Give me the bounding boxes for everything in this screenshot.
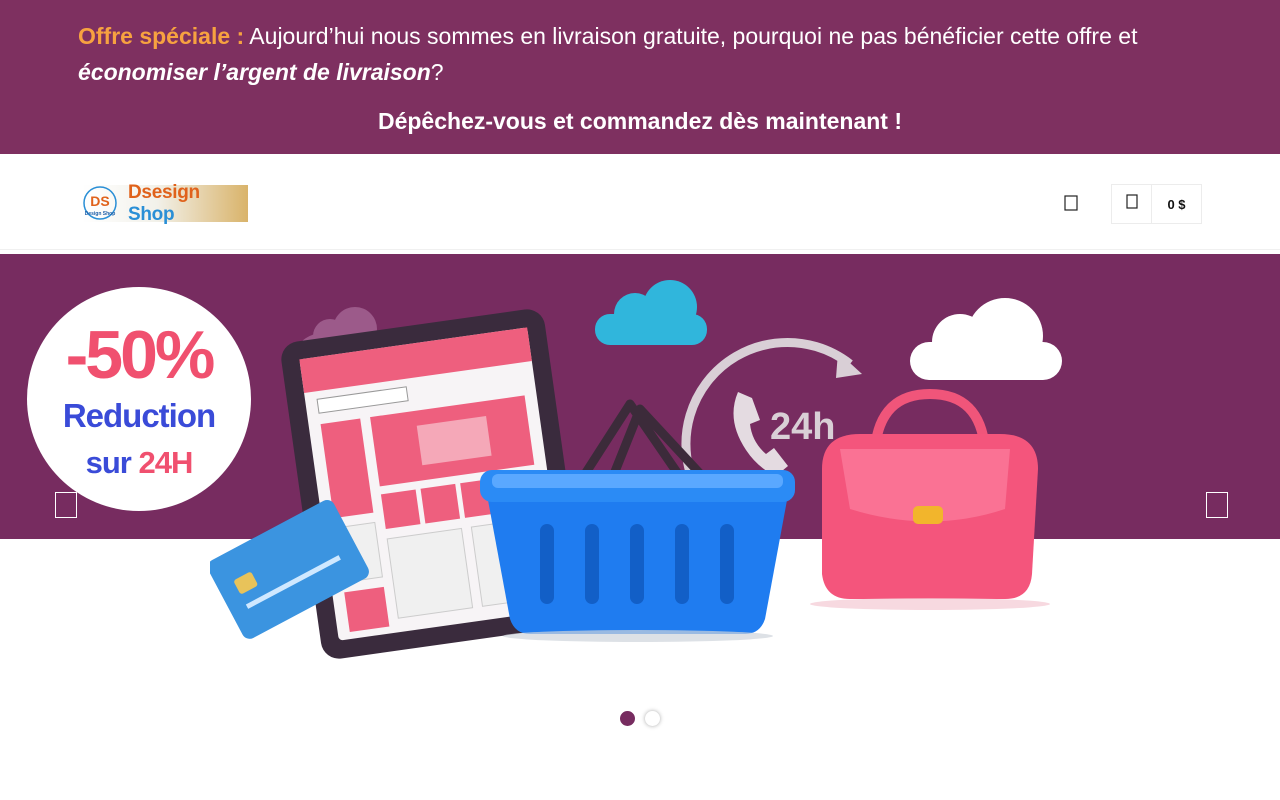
clock-label: 24h [770, 406, 835, 448]
search-button[interactable] [1058, 192, 1084, 218]
logo-text: Dsesign Shop [128, 182, 248, 226]
cart-icon [1125, 194, 1138, 214]
promo-text-end: ? [430, 59, 444, 85]
slider-prev-arrow[interactable] [55, 492, 77, 518]
promo-emphasis: économiser l’argent de livraison [78, 59, 431, 85]
badge-sub-1: sur [85, 445, 132, 480]
logo-mark-caption: Design Shop [85, 211, 116, 217]
badge-sub-2: 24H [138, 445, 194, 480]
handbag-icon [810, 388, 1050, 610]
slider-dots [620, 711, 660, 726]
site-header: DS Design Shop Dsesign Shop 0 $ [0, 154, 1280, 250]
slider-dot-1[interactable] [620, 711, 635, 726]
cart-icon-cell [1112, 185, 1152, 223]
cart-button[interactable]: 0 $ [1111, 184, 1202, 224]
cart-total: 0 $ [1167, 196, 1186, 212]
logo-mark-text: DS [90, 193, 109, 209]
promo-cta: Dépêchez-vous et commandez dès maintenan… [377, 108, 902, 134]
promo-text: Aujourd’hui nous sommes en livraison gra… [244, 23, 1138, 49]
promo-label: Offre spéciale : [78, 23, 245, 49]
slider-next-arrow[interactable] [1206, 492, 1228, 518]
cloud-white-icon [910, 298, 1062, 380]
site-logo[interactable]: DS Design Shop Dsesign Shop [82, 182, 248, 225]
logo-text-part1: Dsesign [128, 181, 200, 203]
hero-slider: -50% Reduction sur 24H 24h [0, 254, 1280, 754]
logo-text-part2: Shop [128, 203, 175, 225]
promo-message: Offre spéciale : Aujourd’hui nous sommes… [78, 18, 1208, 90]
promo-banner: Offre spéciale : Aujourd’hui nous sommes… [0, 0, 1280, 154]
shopping-illustration: 24h [210, 280, 1062, 659]
search-icon [1064, 194, 1078, 216]
logo-mark: DS Design Shop [82, 185, 121, 222]
slider-dot-2[interactable] [645, 711, 660, 726]
cloud-blue-icon [595, 280, 707, 345]
